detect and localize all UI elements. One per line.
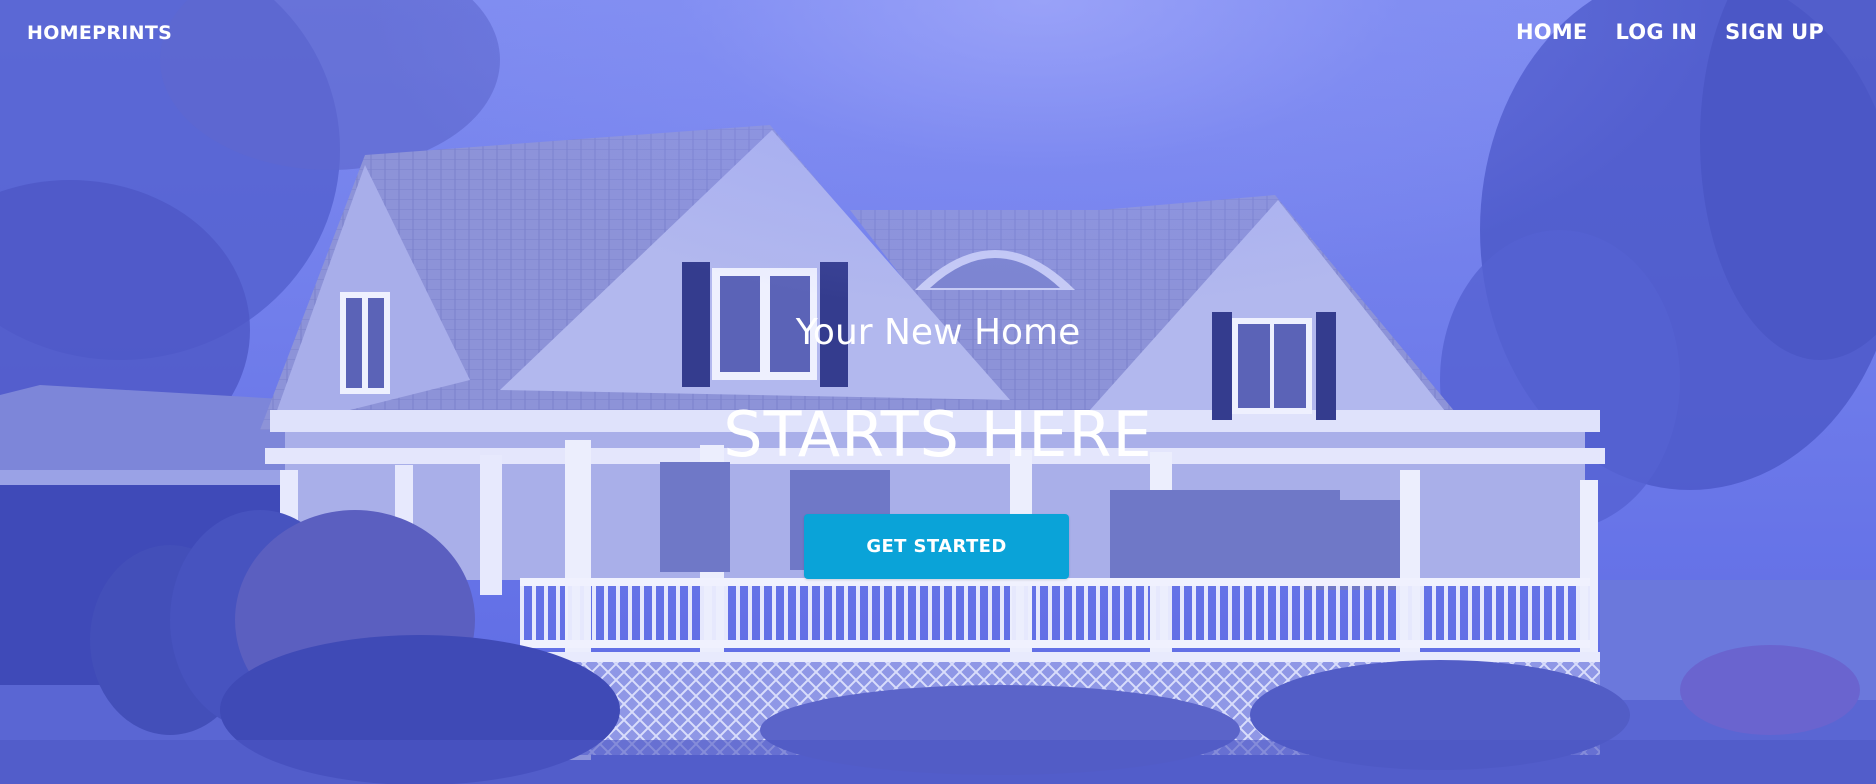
- hero-title: STARTS HERE: [723, 398, 1153, 471]
- hero-section: HOMEPRINTS HOME LOG IN SIGN UP Your New …: [0, 0, 1876, 784]
- hero-content: Your New Home STARTS HERE GET STARTED: [0, 0, 1876, 784]
- hero-subtitle: Your New Home: [795, 312, 1081, 353]
- get-started-button[interactable]: GET STARTED: [804, 514, 1069, 579]
